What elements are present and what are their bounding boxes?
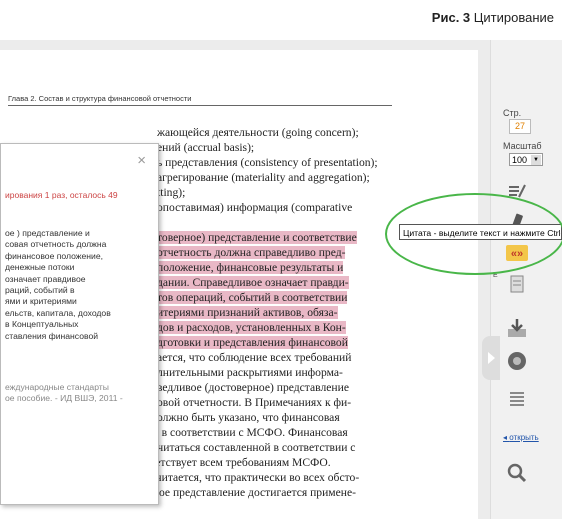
quote-line: в Концептуальных [5, 319, 79, 330]
citation-source: еждународные стандарты ое пособие. - ИД В… [5, 382, 155, 405]
text-line: ь представления (consistency of presenta… [157, 156, 378, 169]
reader-viewport: Глава 2. Состав и структура финансовой о… [0, 40, 490, 519]
text-line: tting); [157, 186, 186, 199]
quote-line: означает правдивое [5, 273, 86, 284]
quote-line: ое ) представление и [5, 228, 90, 238]
reader-toolbar: Стр. 27 Масштаб 100 ▼ «» ◂ открыть Е [482, 40, 562, 519]
document-line: жающейся деятельности (going concern); [157, 125, 397, 140]
globe-icon [508, 352, 526, 370]
document-line: tting); [157, 185, 397, 200]
highlighted-text: итериями признаний активов, обяза- [157, 306, 338, 319]
chapter-header: Глава 2. Состав и структура финансовой о… [8, 94, 392, 106]
text-line: агрегирование (materiality and aggregati… [157, 171, 370, 184]
document-line: отчетность должна справедливо пред- [157, 245, 397, 260]
highlighted-text: положение, финансовые результаты и [157, 261, 344, 274]
chevron-down-icon[interactable]: ▼ [531, 155, 541, 165]
quote-line: ями и критериями [5, 296, 77, 307]
document-line: ь представления (consistency of presenta… [157, 155, 397, 170]
text-line: овой отчетности. В Примечаниях к фи- [157, 396, 352, 409]
highlighted-text: тов операций, событий в соответствии [157, 291, 348, 304]
document-line: тов операций, событий в соответствии [157, 290, 397, 305]
highlighted-text: дов и расходов, установленных в Кон- [157, 321, 346, 334]
document-line: товерное) представление и соответствие [157, 230, 397, 245]
document-line: положение, финансовые результаты и [157, 260, 397, 275]
zoom-label: Масштаб [503, 141, 542, 151]
figure-number: Рис. 3 [431, 10, 471, 25]
zoom-select[interactable]: 100 ▼ [509, 153, 543, 166]
highlighted-text: дготовки и представления финансовой [157, 336, 348, 349]
contents-button[interactable] [504, 386, 530, 412]
share-button[interactable] [504, 348, 530, 374]
document-line: итериями признаний активов, обяза- [157, 305, 397, 320]
citation-limit-text: ирования 1 раз, осталось 49 [5, 190, 118, 200]
expand-handle[interactable] [482, 336, 500, 380]
highlighted-text: дании. Справедливое означает правди- [157, 276, 349, 289]
search-icon [507, 463, 527, 483]
page-number-input[interactable]: 27 [509, 119, 531, 134]
document-line: опоставимая) информация (comparative [157, 200, 397, 215]
text-line: жающейся деятельности (going concern); [157, 126, 359, 139]
source-line: ое пособие. - ИД ВШЭ, 2011 - [5, 393, 123, 404]
document-line: ается, что соблюдение всех требований [157, 350, 397, 365]
text-line: опоставимая) информация (comparative [157, 201, 353, 214]
bookmarks-icon [510, 275, 524, 293]
document-text[interactable]: жающейся деятельности (going concern); ен… [47, 125, 397, 500]
zoom-value: 100 [512, 155, 528, 165]
highlighted-text: товерное) представление и соответствие [157, 231, 357, 244]
quote-line: денежные потоки [5, 262, 75, 273]
citation-quote: ое ) представление и совая отчетность дол… [5, 228, 155, 342]
figure-caption: Рис. 3 Цитирование [432, 10, 554, 25]
quote-line: совая отчетность должна [5, 239, 107, 250]
document-line: лнительными раскрытиями информа- [157, 365, 397, 380]
annotation-oval [385, 193, 562, 275]
search-button[interactable] [504, 460, 530, 486]
quote-line: ставления финансовой [5, 330, 99, 341]
text-line: ений (accrual basis); [157, 141, 255, 154]
document-line: ведливое (достоверное) представление [157, 380, 397, 395]
open-link-label: открыть [509, 433, 539, 442]
document-line: овой отчетности. В Примечаниях к фи- [157, 395, 397, 410]
source-line: еждународные стандарты [5, 382, 109, 392]
text-line: олжно быть указано, что финансовая [157, 411, 340, 424]
quote-line: ельств, капитала, доходов [5, 307, 111, 318]
close-icon[interactable]: × [137, 152, 146, 169]
document-line: дании. Справедливое означает правди- [157, 275, 397, 290]
text-line: лнительными раскрытиями информа- [157, 366, 343, 379]
quote-line: раций, событий в [5, 285, 75, 296]
document-line: ений (accrual basis); [157, 140, 397, 155]
list-icon [510, 392, 524, 406]
quote-line: финансовое положение, [5, 250, 104, 261]
document-line: дготовки и представления финансовой [157, 335, 397, 350]
citation-popup: × ирования 1 раз, осталось 49 ое ) предс… [0, 143, 159, 505]
highlighted-text: отчетность должна справедливо пред- [157, 246, 346, 259]
figure-title: Цитирование [473, 10, 554, 25]
document-line: агрегирование (materiality and aggregati… [157, 170, 397, 185]
download-icon [508, 319, 526, 337]
text-line: ается, что соблюдение всех требований [157, 351, 352, 364]
document-line: дов и расходов, установленных в Кон- [157, 320, 397, 335]
bookmarks-button[interactable] [504, 271, 530, 297]
text-line: ведливое (достоверное) представление [157, 381, 349, 394]
open-link[interactable]: ◂ открыть [503, 433, 539, 442]
document-line: олжно быть указано, что финансовая [157, 410, 397, 425]
download-button[interactable] [504, 315, 530, 341]
page-label: Стр. [503, 108, 522, 118]
